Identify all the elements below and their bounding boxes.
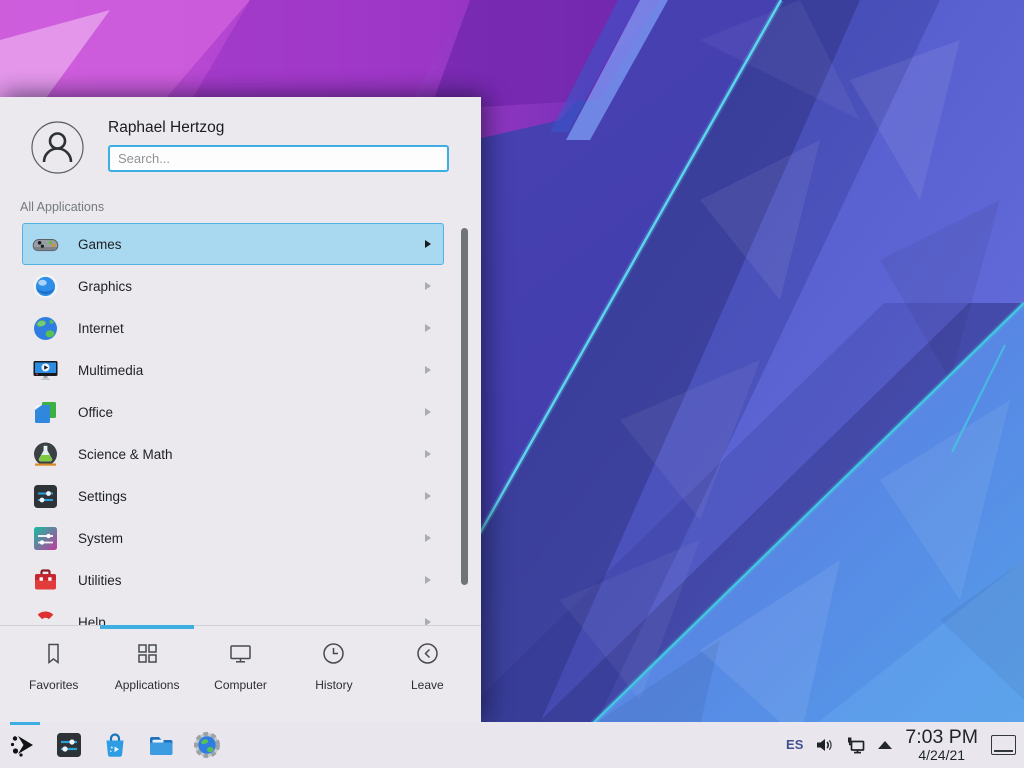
paint-ball-icon bbox=[32, 273, 59, 300]
network-icon[interactable] bbox=[845, 735, 867, 755]
chevron-right-icon bbox=[425, 366, 431, 374]
chevron-right-icon bbox=[425, 282, 431, 290]
menu-item-settings[interactable]: Settings bbox=[22, 475, 444, 517]
taskbar-panel: ES 7:03 PM 4/24/21 bbox=[0, 722, 1024, 768]
tab-label: Computer bbox=[194, 678, 287, 692]
leave-icon bbox=[414, 640, 441, 667]
lifebuoy-icon bbox=[32, 609, 59, 626]
web-globe-icon bbox=[192, 730, 222, 760]
menu-item-utilities[interactable]: Utilities bbox=[22, 559, 444, 601]
sliders-icon bbox=[32, 483, 59, 510]
kali-launcher-icon bbox=[8, 730, 38, 760]
active-tab-indicator bbox=[100, 625, 194, 629]
user-avatar[interactable] bbox=[31, 121, 84, 174]
launcher-active-indicator bbox=[10, 722, 40, 725]
discover-store-launcher[interactable] bbox=[98, 728, 132, 762]
monitor-play-icon bbox=[32, 357, 59, 384]
web-browser-launcher[interactable] bbox=[190, 728, 224, 762]
menu-item-label: Internet bbox=[78, 321, 124, 336]
chevron-right-icon bbox=[425, 576, 431, 584]
toolbox-icon bbox=[32, 567, 59, 594]
search-input[interactable] bbox=[108, 145, 449, 172]
chevron-right-icon bbox=[425, 408, 431, 416]
flask-icon bbox=[32, 441, 59, 468]
menu-item-internet[interactable]: Internet bbox=[22, 307, 444, 349]
menu-item-system[interactable]: System bbox=[22, 517, 444, 559]
volume-icon[interactable] bbox=[814, 735, 834, 755]
system-settings-launcher[interactable] bbox=[52, 728, 86, 762]
menu-item-help[interactable]: Help bbox=[22, 601, 444, 625]
scrollbar-thumb[interactable] bbox=[461, 228, 468, 585]
menu-item-label: Help bbox=[78, 615, 106, 626]
discover-store-icon bbox=[100, 730, 130, 760]
chevron-right-icon bbox=[425, 618, 431, 625]
tab-leave[interactable]: Leave bbox=[381, 640, 474, 692]
tab-computer[interactable]: Computer bbox=[194, 640, 287, 692]
gamepad-icon bbox=[32, 231, 59, 258]
menu-item-label: Multimedia bbox=[78, 363, 143, 378]
tab-label: Favorites bbox=[7, 678, 100, 692]
tab-applications[interactable]: Applications bbox=[100, 640, 193, 692]
menu-item-games[interactable]: Games bbox=[22, 223, 444, 265]
clock-date: 4/24/21 bbox=[905, 748, 978, 762]
tab-label: Leave bbox=[381, 678, 474, 692]
category-list: Games Graphics bbox=[22, 223, 444, 625]
clock-time: 7:03 PM bbox=[905, 728, 978, 748]
footer-tab-bar: Favorites Applications Computer bbox=[0, 625, 481, 723]
history-clock-icon bbox=[320, 640, 347, 667]
menu-item-label: Office bbox=[78, 405, 113, 420]
digital-clock[interactable]: 7:03 PM 4/24/21 bbox=[903, 728, 980, 762]
tab-favorites[interactable]: Favorites bbox=[7, 640, 100, 692]
system-sliders-icon bbox=[32, 525, 59, 552]
chevron-right-icon bbox=[425, 324, 431, 332]
chevron-right-icon bbox=[425, 534, 431, 542]
section-label: All Applications bbox=[20, 200, 104, 214]
menu-item-multimedia[interactable]: Multimedia bbox=[22, 349, 444, 391]
show-desktop-button[interactable] bbox=[991, 735, 1016, 755]
menu-item-label: Science & Math bbox=[78, 447, 173, 462]
computer-icon bbox=[227, 640, 254, 667]
tab-history[interactable]: History bbox=[287, 640, 380, 692]
search-field-wrap bbox=[108, 145, 449, 172]
user-name: Raphael Hertzog bbox=[108, 119, 224, 137]
system-settings-icon bbox=[54, 730, 84, 760]
keyboard-layout-indicator[interactable]: ES bbox=[786, 737, 803, 752]
menu-item-label: Settings bbox=[78, 489, 127, 504]
menu-item-office[interactable]: Office bbox=[22, 391, 444, 433]
file-manager-launcher[interactable] bbox=[144, 728, 178, 762]
menu-item-science-math[interactable]: Science & Math bbox=[22, 433, 444, 475]
desktop: Raphael Hertzog All Applications Games bbox=[0, 0, 1024, 768]
chevron-right-icon bbox=[425, 450, 431, 458]
globe-icon bbox=[32, 315, 59, 342]
bookmark-icon bbox=[40, 640, 67, 667]
application-launcher-button[interactable] bbox=[6, 728, 40, 762]
chevron-right-icon bbox=[425, 240, 431, 248]
system-tray: ES 7:03 PM 4/24/21 bbox=[786, 728, 1016, 762]
chevron-right-icon bbox=[425, 492, 431, 500]
app-grid-icon bbox=[134, 640, 161, 667]
tab-label: History bbox=[287, 678, 380, 692]
menu-item-label: Graphics bbox=[78, 279, 132, 294]
expand-tray-icon[interactable] bbox=[878, 741, 892, 749]
documents-icon bbox=[32, 399, 59, 426]
menu-item-label: Games bbox=[78, 237, 122, 252]
tab-label: Applications bbox=[100, 678, 193, 692]
application-launcher-menu: Raphael Hertzog All Applications Games bbox=[0, 97, 481, 722]
file-manager-icon bbox=[146, 730, 176, 760]
menu-item-graphics[interactable]: Graphics bbox=[22, 265, 444, 307]
menu-item-label: Utilities bbox=[78, 573, 122, 588]
menu-item-label: System bbox=[78, 531, 123, 546]
